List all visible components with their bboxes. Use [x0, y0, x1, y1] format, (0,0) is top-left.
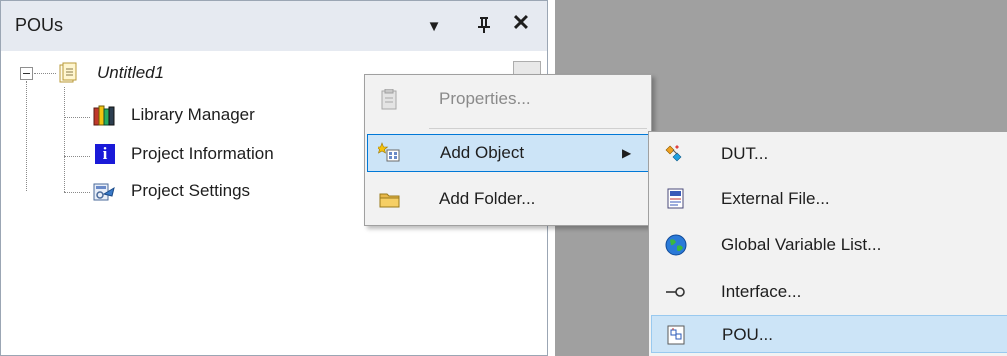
project-icon: [57, 62, 79, 84]
submenu-item-dut[interactable]: DUT...: [651, 135, 1007, 173]
dut-icon: [665, 143, 687, 165]
tree-connector: [64, 87, 65, 192]
external-file-icon: [665, 188, 687, 210]
submenu-item-interface[interactable]: Interface...: [651, 273, 1007, 311]
submenu-arrow-icon: ▶: [622, 146, 632, 160]
tree-root-untitled1[interactable]: Untitled1: [97, 63, 164, 83]
menu-item-add-folder-label: Add Folder...: [439, 189, 536, 208]
submenu-item-external-file[interactable]: External File...: [651, 180, 1007, 218]
pin-icon[interactable]: [473, 13, 495, 40]
menu-item-properties-label: Properties...: [439, 89, 531, 108]
menu-item-properties[interactable]: Properties...: [367, 81, 649, 119]
submenu-item-pou-label: POU...: [722, 325, 774, 344]
submenu-item-pou[interactable]: POU...: [651, 315, 1007, 353]
library-books-icon: [93, 104, 115, 126]
folder-icon: [379, 189, 401, 211]
submenu-item-interface-label: Interface...: [721, 282, 802, 301]
submenu-item-external-file-label: External File...: [721, 189, 830, 208]
menu-item-add-object-label: Add Object: [440, 143, 525, 162]
tree-connector: [64, 156, 90, 157]
collapse-toggle[interactable]: [20, 67, 33, 80]
info-icon: i: [95, 144, 115, 164]
context-menu: Properties... Add Object ▶ Add Folder...: [364, 74, 652, 226]
menu-item-add-object[interactable]: Add Object ▶: [367, 134, 649, 172]
settings-doc-icon: [92, 180, 115, 202]
menu-separator: [429, 128, 647, 129]
submenu-item-global-variable-list[interactable]: Global Variable List...: [651, 226, 1007, 264]
tree-connector: [34, 73, 56, 74]
add-object-icon: [376, 142, 400, 164]
tree-item-project-information[interactable]: Project Information: [131, 144, 274, 164]
interface-icon: [665, 281, 687, 303]
tree-item-library-manager[interactable]: Library Manager: [131, 105, 255, 125]
add-object-submenu: DUT... External File... Global Variable …: [648, 131, 1007, 356]
dropdown-icon[interactable]: ▼: [423, 15, 445, 39]
tree-connector: [26, 81, 27, 191]
tree-connector: [64, 117, 90, 118]
tree-connector: [64, 192, 90, 193]
close-icon[interactable]: ✕: [509, 11, 533, 35]
submenu-item-dut-label: DUT...: [721, 144, 769, 163]
panel-header: POUs ▼ ✕: [1, 1, 547, 51]
tree-item-project-settings[interactable]: Project Settings: [131, 181, 250, 201]
panel-title: POUs: [15, 15, 64, 35]
pou-icon: [666, 324, 688, 346]
submenu-item-global-variable-list-label: Global Variable List...: [721, 235, 882, 254]
properties-icon: [379, 88, 401, 111]
globe-icon: [665, 234, 687, 256]
menu-item-add-folder[interactable]: Add Folder...: [367, 181, 649, 219]
